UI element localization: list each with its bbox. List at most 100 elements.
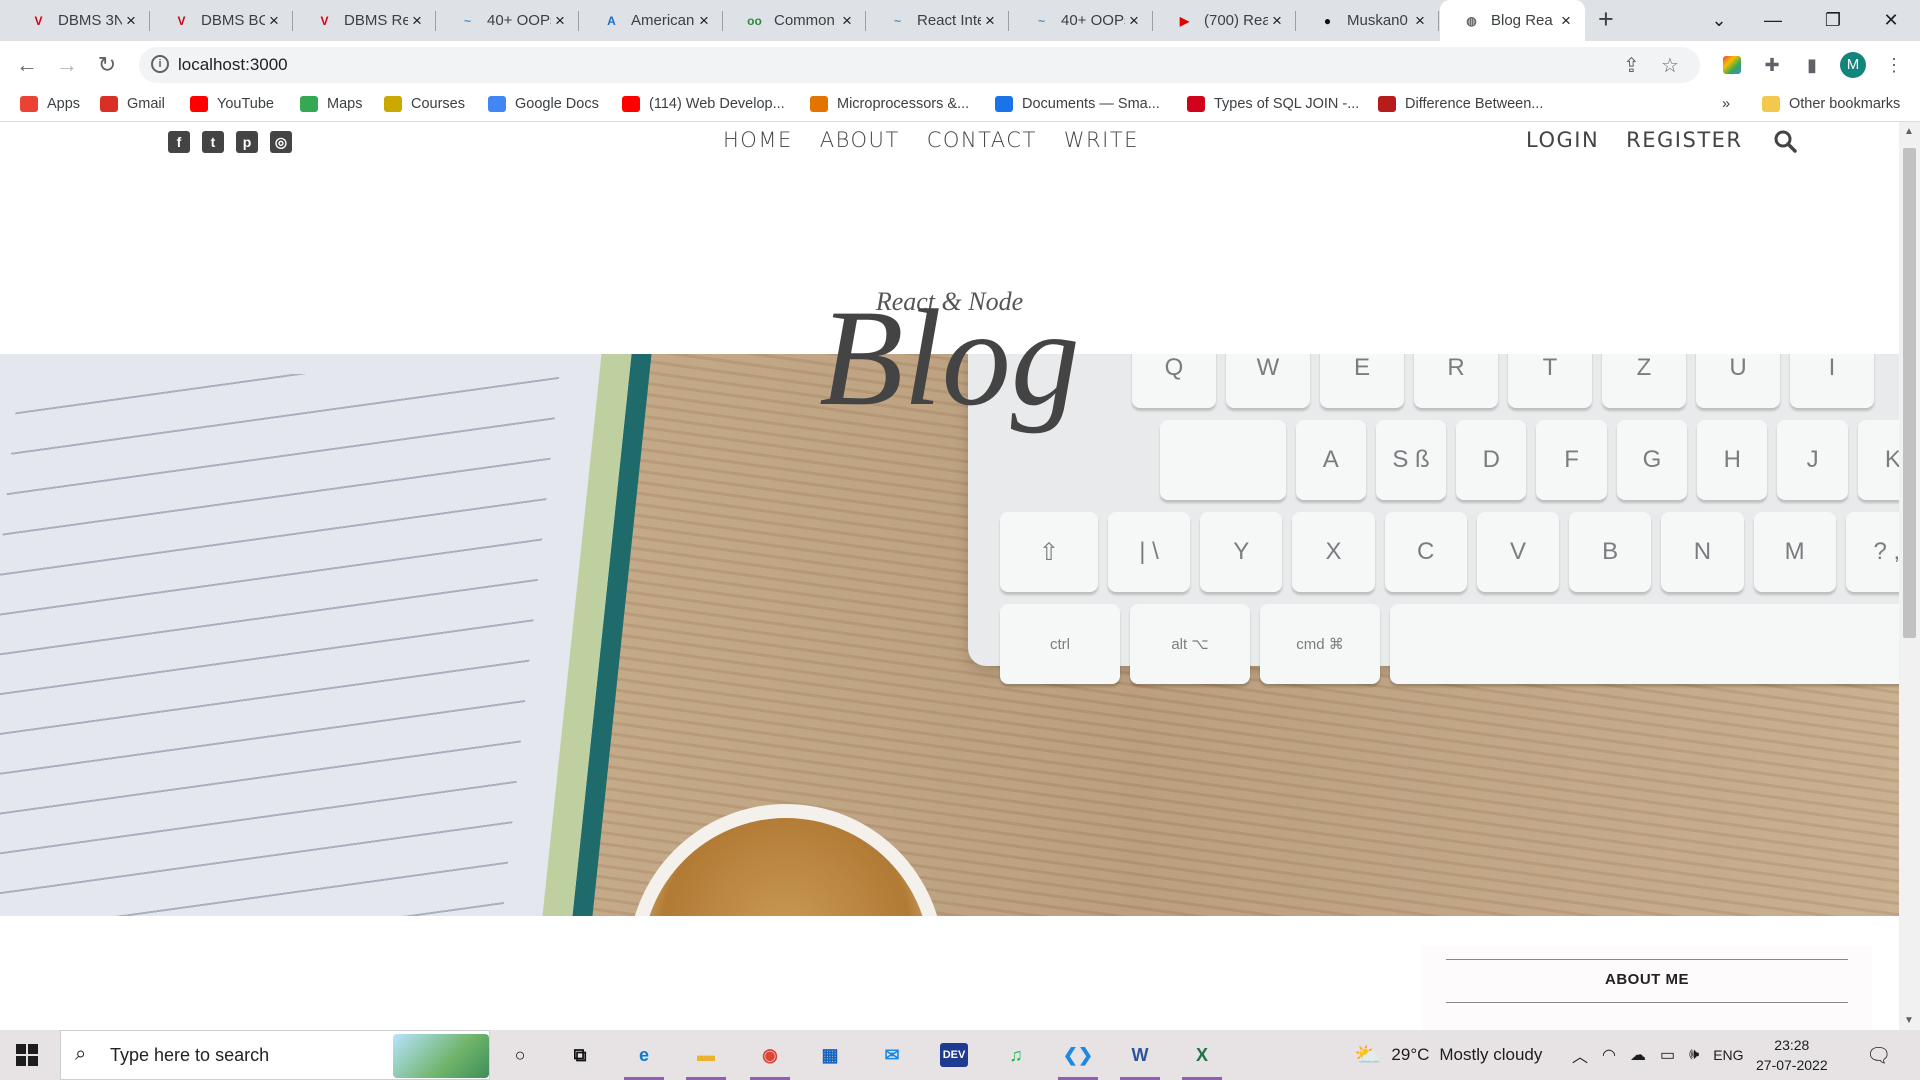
- new-tab-button[interactable]: +: [1598, 4, 1614, 35]
- search-icon[interactable]: [1773, 129, 1797, 153]
- social-icons: f t p ◎: [168, 131, 292, 153]
- url-text[interactable]: localhost:3000: [178, 55, 288, 75]
- tray-chevron-up-icon[interactable]: ︿: [1572, 1043, 1588, 1067]
- nav-login[interactable]: LOGIN: [1526, 128, 1599, 152]
- scroll-up-icon[interactable]: ▲: [1904, 126, 1914, 137]
- taskbar-app-dev[interactable]: DEV: [934, 1036, 974, 1074]
- taskbar-app-spotify[interactable]: ♫: [996, 1036, 1036, 1074]
- menu-kebab-icon[interactable]: ⋮: [1880, 51, 1908, 79]
- keyboard-key: C: [1384, 512, 1467, 592]
- pinterest-icon[interactable]: p: [236, 131, 258, 153]
- browser-tab[interactable]: V DBMS BCNF×: [150, 0, 293, 41]
- bookmark-favicon-icon: [622, 96, 640, 112]
- nav-about[interactable]: ABOUT: [820, 128, 900, 152]
- taskbar-app-excel[interactable]: X: [1182, 1036, 1222, 1080]
- bookmark-label: Microprocessors &...: [837, 96, 970, 112]
- tab-favicon-icon: A: [607, 13, 616, 28]
- tab-favicon-icon: ●: [1323, 13, 1332, 28]
- notifications-icon[interactable]: 🗨: [1866, 1030, 1891, 1080]
- taskbar-app-chrome[interactable]: ◉: [750, 1036, 790, 1080]
- bookmark-item[interactable]: Apps: [20, 96, 80, 112]
- browser-tab[interactable]: ~ React Inte ×: [866, 0, 1009, 41]
- browser-tab[interactable]: ~40+ OOPs ×: [436, 0, 579, 41]
- facebook-icon[interactable]: f: [168, 131, 190, 153]
- instagram-icon[interactable]: ◎: [270, 131, 292, 153]
- battery-icon[interactable]: ▭: [1660, 1045, 1675, 1065]
- bookmark-item[interactable]: Microprocessors &...: [810, 96, 969, 112]
- keyboard-key: [1390, 604, 1899, 684]
- share-icon[interactable]: ⇪: [1623, 53, 1640, 78]
- taskbar-app-file-explorer[interactable]: ▬: [686, 1036, 726, 1080]
- close-tab-icon[interactable]: ×: [551, 11, 569, 31]
- browser-tab[interactable]: ◍ Blog Rea ×: [1440, 0, 1585, 41]
- bookmark-item[interactable]: Maps: [300, 96, 362, 112]
- browser-tab[interactable]: A American ×: [580, 0, 723, 41]
- bookmark-item[interactable]: Google Docs: [488, 96, 599, 112]
- close-tab-icon[interactable]: ×: [408, 11, 426, 31]
- network-icon[interactable]: ◠: [1602, 1045, 1616, 1065]
- bookmark-item[interactable]: Types of SQL JOIN -...: [1187, 96, 1359, 112]
- bookmark-item[interactable]: Gmail: [100, 96, 165, 112]
- back-icon[interactable]: ←: [12, 50, 42, 80]
- bookmark-star-icon[interactable]: ☆: [1661, 53, 1679, 78]
- close-tab-icon[interactable]: ×: [695, 11, 713, 31]
- windows-start-icon[interactable]: [16, 1044, 38, 1066]
- site-info-icon[interactable]: i: [151, 55, 169, 73]
- taskbar-app-word[interactable]: W: [1120, 1036, 1160, 1080]
- taskbar-app-store[interactable]: ▦: [810, 1036, 850, 1074]
- profile-avatar[interactable]: M: [1840, 52, 1866, 78]
- bookmark-item[interactable]: (114) Web Develop...: [622, 96, 785, 112]
- nav-home[interactable]: HOME: [723, 128, 793, 152]
- weather-widget[interactable]: ⛅ 29°C Mostly cloudy: [1354, 1030, 1542, 1080]
- close-tab-icon[interactable]: ×: [1268, 11, 1286, 31]
- taskbar-app-cortana[interactable]: ○: [500, 1036, 540, 1074]
- taskbar-app-edge[interactable]: e: [624, 1036, 664, 1080]
- browser-tab[interactable]: ● Muskan0 ×: [1296, 0, 1439, 41]
- other-bookmarks-folder[interactable]: Other bookmarks: [1762, 96, 1900, 112]
- forward-icon[interactable]: →: [52, 50, 82, 80]
- close-tab-icon[interactable]: ×: [981, 11, 999, 31]
- close-tab-icon[interactable]: ×: [122, 11, 140, 31]
- bookmark-favicon-icon: [190, 96, 208, 112]
- browser-tab[interactable]: V DBMS Re ×: [293, 0, 436, 41]
- nav-contact[interactable]: CONTACT: [927, 128, 1037, 152]
- language-indicator[interactable]: ENG: [1713, 1047, 1743, 1063]
- store-icon: ▦: [821, 1044, 839, 1065]
- restore-button[interactable]: ❐: [1800, 0, 1866, 41]
- address-bar[interactable]: i localhost:3000 ⇪ ☆: [139, 47, 1700, 83]
- twitter-icon[interactable]: t: [202, 131, 224, 153]
- extensions-puzzle-icon[interactable]: ✚: [1758, 51, 1786, 79]
- close-tab-icon[interactable]: ×: [1125, 11, 1143, 31]
- minimize-button[interactable]: —: [1740, 0, 1806, 41]
- onedrive-cloud-icon[interactable]: ☁: [1630, 1045, 1646, 1065]
- taskbar-app-vscode[interactable]: ❮❯: [1058, 1036, 1098, 1080]
- taskbar-app-mail[interactable]: ✉: [872, 1036, 912, 1074]
- reload-icon[interactable]: ↻: [92, 50, 122, 80]
- nav-register[interactable]: REGISTER: [1626, 128, 1742, 152]
- more-bookmarks-button[interactable]: »: [1722, 96, 1730, 112]
- close-tab-icon[interactable]: ×: [1411, 11, 1429, 31]
- bookmark-item[interactable]: YouTube: [190, 96, 274, 112]
- taskbar-clock[interactable]: 23:28 27-07-2022: [1756, 1035, 1828, 1075]
- bookmark-item[interactable]: Difference Between...: [1378, 96, 1543, 112]
- browser-tab[interactable]: V DBMS 3NF×: [7, 0, 150, 41]
- bookmark-item[interactable]: Courses: [384, 96, 465, 112]
- volume-icon[interactable]: 🕪: [1689, 1046, 1699, 1064]
- close-tab-icon[interactable]: ×: [1557, 11, 1575, 31]
- browser-tab[interactable]: oo Common ×: [723, 0, 866, 41]
- side-panel-icon[interactable]: ▮: [1798, 51, 1826, 79]
- close-tab-icon[interactable]: ×: [265, 11, 283, 31]
- bookmark-item[interactable]: Documents — Sma...: [995, 96, 1160, 112]
- taskbar-app-task-view[interactable]: ⧉: [560, 1036, 600, 1074]
- browser-tab[interactable]: ▶ (700) Rea ×: [1153, 0, 1296, 41]
- scrollbar-thumb[interactable]: [1903, 148, 1916, 638]
- taskbar-search-box[interactable]: ⌕ Type here to search: [60, 1030, 490, 1080]
- scroll-down-icon[interactable]: ▼: [1904, 1015, 1914, 1026]
- page-scrollbar[interactable]: ▲ ▼: [1899, 122, 1920, 1030]
- close-window-button[interactable]: ✕: [1858, 0, 1920, 41]
- other-bookmarks-label: Other bookmarks: [1789, 96, 1901, 112]
- close-tab-icon[interactable]: ×: [838, 11, 856, 31]
- nav-write[interactable]: WRITE: [1064, 128, 1139, 152]
- extension-icon[interactable]: [1718, 51, 1746, 79]
- browser-tab[interactable]: ~40+ OOPs ×: [1010, 0, 1153, 41]
